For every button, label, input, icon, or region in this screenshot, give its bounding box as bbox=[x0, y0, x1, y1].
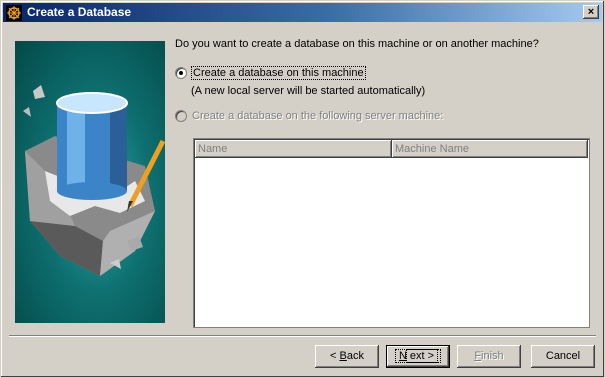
button-separator bbox=[9, 335, 596, 337]
column-header-machine-name[interactable]: Machine Name bbox=[392, 140, 588, 158]
server-machine-list[interactable]: Name Machine Name bbox=[193, 138, 590, 328]
finish-button[interactable]: Finish bbox=[457, 345, 521, 368]
next-button[interactable]: Next > bbox=[386, 345, 450, 368]
next-label-wrap: Next > bbox=[394, 349, 442, 363]
title-bar[interactable]: Create a Database × bbox=[3, 3, 602, 22]
option-server-machine-label[interactable]: Create a database on the following serve… bbox=[192, 110, 443, 122]
next-label: ext > bbox=[405, 349, 439, 363]
finish-label-wrap: Finish bbox=[474, 350, 503, 362]
back-button[interactable]: < Back bbox=[315, 345, 379, 368]
database-wizard-icon bbox=[6, 5, 22, 21]
option-this-machine-label[interactable]: Create a database on this machine bbox=[191, 66, 366, 80]
back-mnemonic: B bbox=[339, 350, 347, 362]
cancel-button[interactable]: Cancel bbox=[531, 345, 595, 368]
radio-this-machine[interactable] bbox=[175, 67, 187, 79]
option-this-machine[interactable]: Create a database on this machine bbox=[175, 65, 366, 81]
finish-label: inish bbox=[481, 350, 504, 362]
back-prefix: < bbox=[330, 350, 340, 362]
column-header-name[interactable]: Name bbox=[195, 140, 392, 158]
list-header: Name Machine Name bbox=[195, 140, 588, 158]
next-mnemonic: N bbox=[398, 350, 407, 362]
wizard-illustration bbox=[15, 41, 166, 323]
local-server-note: (A new local server will be started auto… bbox=[191, 85, 426, 97]
create-database-dialog: Create a Database × Do you want to creat… bbox=[0, 0, 605, 378]
window-title: Create a Database bbox=[27, 5, 132, 19]
back-label: ack bbox=[346, 350, 364, 362]
database-cylinder-block-illustration bbox=[23, 85, 166, 276]
cancel-label: Cancel bbox=[545, 350, 581, 362]
close-button[interactable]: × bbox=[583, 5, 599, 19]
close-icon: × bbox=[587, 6, 595, 18]
dialog-question: Do you want to create a database on this… bbox=[175, 38, 539, 50]
option-server-machine[interactable]: Create a database on the following serve… bbox=[175, 108, 443, 124]
radio-server-machine[interactable] bbox=[175, 110, 187, 122]
